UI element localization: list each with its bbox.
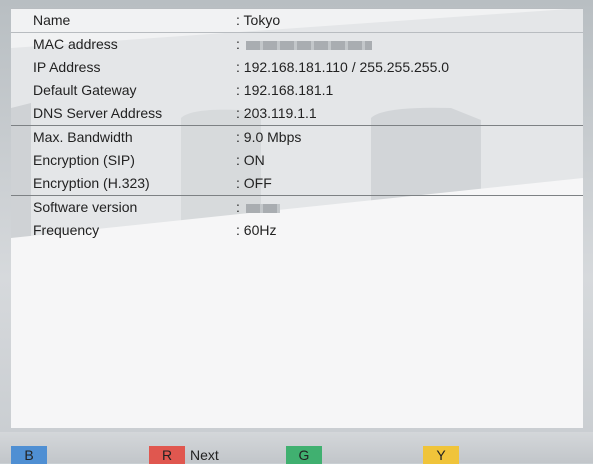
label-ip-address: IP Address: [33, 59, 101, 75]
value-mac-address: :: [236, 33, 372, 56]
value-max-bandwidth: : 9.0 Mbps: [236, 129, 302, 145]
value-dns-server: : 203.119.1.1: [236, 105, 317, 121]
row-default-gateway: Default Gateway : 192.168.181.1: [11, 79, 583, 102]
value-default-gateway: : 192.168.181.1: [236, 82, 334, 98]
red-button[interactable]: R: [149, 446, 185, 464]
row-encryption-sip: Encryption (SIP) : ON: [11, 149, 583, 172]
redacted-version-mask: [245, 203, 280, 213]
value-frequency: : 60Hz: [236, 222, 277, 238]
row-mac-address: MAC address :: [11, 32, 583, 56]
row-dns-server: DNS Server Address : 203.119.1.1: [11, 102, 583, 125]
next-label: Next: [190, 447, 219, 463]
info-table: Name : Tokyo MAC address : IP Address : …: [11, 8, 583, 242]
screen: Name : Tokyo MAC address : IP Address : …: [0, 0, 593, 464]
row-name: Name : Tokyo: [11, 8, 583, 32]
label-software-version: Software version: [33, 199, 138, 215]
label-name: Name: [33, 12, 71, 28]
blue-button[interactable]: B: [11, 446, 47, 464]
label-dns-server: DNS Server Address: [33, 105, 163, 121]
row-max-bandwidth: Max. Bandwidth : 9.0 Mbps: [11, 125, 583, 149]
color-key-bar: B R Next G Y: [0, 432, 593, 464]
row-ip-address: IP Address : 192.168.181.110 / 255.255.2…: [11, 56, 583, 79]
green-button[interactable]: G: [286, 446, 322, 464]
label-encryption-h323: Encryption (H.323): [33, 175, 150, 191]
label-mac-address: MAC address: [33, 36, 118, 52]
label-max-bandwidth: Max. Bandwidth: [33, 129, 133, 145]
label-default-gateway: Default Gateway: [33, 82, 137, 98]
redacted-mac-mask: [245, 40, 372, 50]
label-frequency: Frequency: [33, 222, 100, 238]
value-encryption-sip: : ON: [236, 152, 265, 168]
value-software-version: :: [236, 196, 280, 219]
value-encryption-h323: : OFF: [236, 175, 272, 191]
value-ip-address: : 192.168.181.110 / 255.255.255.0: [236, 59, 450, 75]
row-software-version: Software version :: [11, 195, 583, 219]
yellow-button[interactable]: Y: [423, 446, 459, 464]
value-name: : Tokyo: [236, 12, 281, 28]
info-panel: Name : Tokyo MAC address : IP Address : …: [11, 8, 583, 428]
label-encryption-sip: Encryption (SIP): [33, 152, 135, 168]
row-encryption-h323: Encryption (H.323) : OFF: [11, 172, 583, 195]
row-frequency: Frequency : 60Hz: [11, 219, 583, 242]
